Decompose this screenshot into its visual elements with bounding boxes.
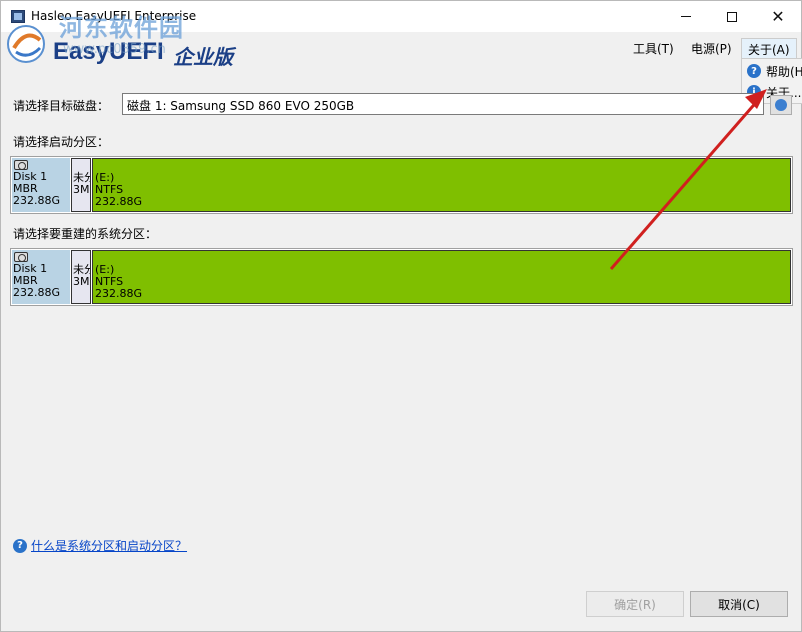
brand-logo-icon xyxy=(7,25,45,63)
partition-fs: NTFS xyxy=(95,183,124,196)
disk-select[interactable]: 磁盘 1: Samsung SSD 860 EVO 250GB ▼ xyxy=(122,93,764,115)
close-button[interactable]: ✕ xyxy=(755,1,801,32)
brand-header: EasyUEFI 企业版 河东软件园 www.pc0359.cn xyxy=(1,14,801,69)
maximize-icon xyxy=(727,11,737,22)
disk-info: Disk 1 MBR 232.88G xyxy=(12,158,70,212)
unallocated-size: 3M xyxy=(73,183,90,196)
maximize-button[interactable] xyxy=(709,1,755,32)
menu-tools[interactable]: 工具(T) xyxy=(627,38,680,58)
site-watermark-url: www.pc0359.cn xyxy=(63,42,166,57)
boot-partition-map: Disk 1 MBR 232.88G 未分 3M (E:) NTFS 232.8… xyxy=(10,156,793,214)
disk-size: 232.88G xyxy=(13,194,61,207)
select-disk-label: 请选择目标磁盘： xyxy=(13,99,110,113)
disk-size: 232.88G xyxy=(13,286,61,299)
menu-power[interactable]: 电源(P) xyxy=(685,38,738,58)
help-icon: ? xyxy=(747,64,761,78)
partition-e[interactable]: (E:) NTFS 232.88G xyxy=(92,158,791,212)
partition-letter: (E:) xyxy=(95,263,115,276)
unallocated-partition[interactable]: 未分 3M xyxy=(71,250,91,304)
partition-size: 232.88G xyxy=(95,287,143,300)
site-watermark: 河东软件园 xyxy=(59,14,184,42)
close-icon: ✕ xyxy=(771,6,785,26)
menu-item-help[interactable]: ? 帮助(H xyxy=(744,61,802,81)
select-system-label: 请选择要重建的系统分区： xyxy=(13,227,158,241)
select-boot-label: 请选择启动分区： xyxy=(13,135,110,149)
ok-button[interactable]: 确定(R) xyxy=(586,591,684,617)
app-window: Hasleo EasyUEFI Enterprise ✕ EasyUEFI 企业… xyxy=(0,0,802,632)
question-icon: ? xyxy=(13,538,27,553)
partition-size: 232.88G xyxy=(95,195,143,208)
menu-about[interactable]: 关于(A) xyxy=(741,38,797,58)
product-edition: 企业版 xyxy=(173,47,233,69)
hard-disk-icon xyxy=(14,252,28,262)
unallocated-size: 3M xyxy=(73,275,90,288)
partition-e[interactable]: (E:) NTFS 232.88G xyxy=(92,250,791,304)
chevron-down-icon: ▼ xyxy=(750,99,758,109)
help-link-text: 什么是系统分区和启动分区？ xyxy=(31,539,188,553)
system-partition-map: Disk 1 MBR 232.88G 未分 3M (E:) NTFS 232.8… xyxy=(10,248,793,306)
minimize-button[interactable] xyxy=(663,1,709,32)
cancel-button[interactable]: 取消(C) xyxy=(690,591,788,617)
help-link[interactable]: ? 什么是系统分区和启动分区？ xyxy=(13,537,187,554)
disk-select-value: 磁盘 1: Samsung SSD 860 EVO 250GB xyxy=(127,99,355,113)
hard-disk-icon xyxy=(14,160,28,170)
menu-item-help-label: 帮助(H xyxy=(766,64,802,79)
partition-letter: (E:) xyxy=(95,171,115,184)
disk-info: Disk 1 MBR 232.88G xyxy=(12,250,70,304)
minimize-icon xyxy=(681,16,691,17)
partition-fs: NTFS xyxy=(95,275,124,288)
unallocated-partition[interactable]: 未分 3M xyxy=(71,158,91,212)
refresh-icon xyxy=(775,99,787,111)
refresh-button[interactable] xyxy=(770,95,792,115)
